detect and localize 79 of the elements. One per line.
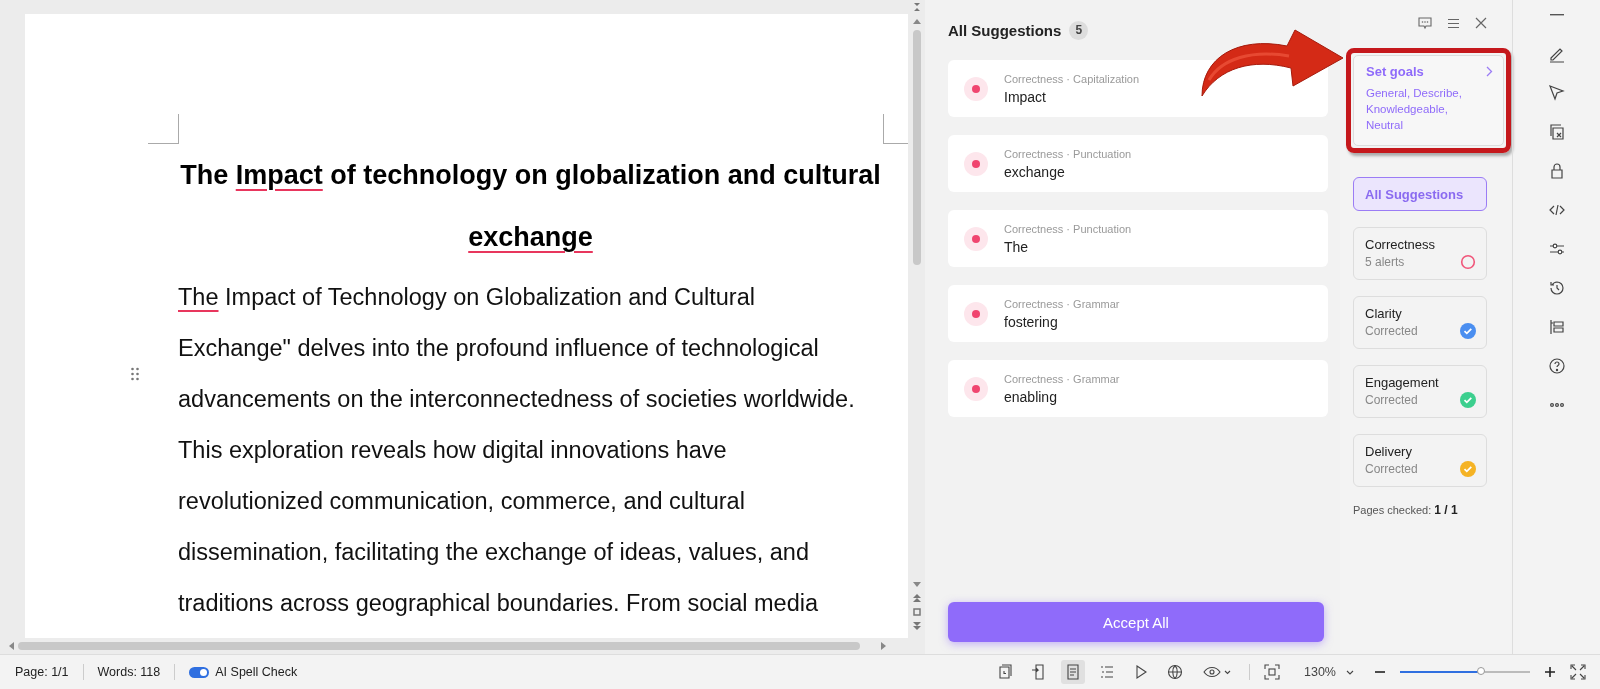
document-title: The Impact of technology on globalization and cultural bbox=[179, 159, 882, 192]
zoom-dropdown[interactable]: 130% bbox=[1294, 665, 1360, 679]
crop-mark bbox=[148, 114, 179, 144]
alert-dot-icon bbox=[964, 76, 988, 101]
menu-icon[interactable] bbox=[1447, 17, 1460, 29]
goals-title: Set goals bbox=[1366, 64, 1424, 79]
category-label: Clarity bbox=[1365, 306, 1403, 321]
category-card[interactable]: Clarity Corrected bbox=[1353, 296, 1487, 349]
category-status: Corrected bbox=[1365, 462, 1418, 476]
suggestion-word: fostering bbox=[1004, 313, 1059, 330]
scroll-down-icon[interactable] bbox=[912, 582, 921, 588]
drag-handle-icon[interactable] bbox=[131, 367, 139, 381]
suggestion-word: enabling bbox=[1004, 388, 1058, 405]
category-card[interactable]: Delivery Corrected bbox=[1353, 434, 1487, 487]
help-icon[interactable] bbox=[1547, 357, 1566, 375]
suggestion-category: Correctness · Punctuation bbox=[1004, 147, 1132, 160]
zoom-in-icon[interactable] bbox=[1544, 666, 1556, 678]
alert-dot-icon bbox=[964, 301, 988, 326]
close-icon[interactable] bbox=[1475, 17, 1487, 29]
suggestion-card[interactable]: Correctness · Capitalization Impact bbox=[948, 60, 1328, 117]
accept-all-button[interactable]: Accept All bbox=[948, 602, 1324, 642]
previous-page-icon[interactable] bbox=[912, 594, 921, 602]
suggestion-word: The bbox=[1004, 238, 1030, 255]
page-count: Page: 1/1 bbox=[15, 665, 69, 679]
goals-summary: General, Describe, Knowledgeable, Neutral bbox=[1366, 86, 1463, 133]
spell-check-toggle[interactable]: AI Spell Check bbox=[189, 665, 298, 679]
globe-icon bbox=[1167, 664, 1183, 680]
word-count: Words: 118 bbox=[97, 665, 161, 679]
set-goals-card[interactable]: Set goals General, Describe, Knowledgeable, Neutral bbox=[1353, 55, 1504, 146]
count-badge: 5 bbox=[1069, 20, 1089, 40]
list-icon bbox=[1099, 664, 1115, 680]
suggestion-card[interactable]: Correctness · Grammar enabling bbox=[948, 360, 1328, 417]
scroll-thumb[interactable] bbox=[18, 642, 860, 650]
eye-icon bbox=[1203, 665, 1231, 679]
alert-dot-icon bbox=[964, 226, 988, 251]
category-label: Engagement bbox=[1365, 375, 1440, 390]
scroll-up-icon[interactable] bbox=[912, 18, 921, 24]
chevron-right-icon bbox=[1486, 66, 1493, 77]
alert-dot-icon bbox=[964, 376, 988, 401]
suggestion-category: Correctness · Grammar bbox=[1004, 372, 1120, 385]
scroll-thumb[interactable] bbox=[912, 30, 921, 265]
cursor-icon[interactable] bbox=[1547, 84, 1566, 102]
suggestion-word: Impact bbox=[1004, 88, 1047, 105]
copy-icon[interactable] bbox=[1547, 123, 1566, 141]
phone-icon bbox=[1031, 664, 1047, 680]
suggestion-category: Correctness · Capitalization bbox=[1004, 72, 1140, 85]
comment-icon[interactable] bbox=[1418, 16, 1432, 30]
alert-dot-icon bbox=[964, 151, 988, 176]
panel-title: All Suggestions bbox=[948, 21, 1062, 39]
category-status: Corrected bbox=[1365, 324, 1418, 338]
minimize-icon[interactable] bbox=[1549, 14, 1564, 16]
caret-icon bbox=[1346, 669, 1354, 675]
page-icon bbox=[1065, 664, 1081, 680]
category-card[interactable]: Engagement Corrected bbox=[1353, 365, 1487, 418]
page-clock-icon bbox=[997, 664, 1013, 680]
view-page-button[interactable] bbox=[1061, 660, 1085, 684]
category-status: Corrected bbox=[1365, 393, 1418, 407]
layout-icon[interactable] bbox=[1547, 318, 1566, 336]
fit-page-icon[interactable] bbox=[1264, 664, 1280, 680]
browse-object-icon[interactable] bbox=[912, 608, 921, 616]
paragraph: The Impact of Technology on Globalization and Cultural Exchange" delves into the profound influence of technological advancements on the interconnectedness of societies worldwide. This exploration reveals how digital innovations have revolutionized communication, commerce, and cultural dissemination, facilitating the exchange of ideas, values, and traditions across geographical boundaries. From social media bbox=[178, 283, 856, 618]
category-card[interactable]: Correctness 5 alerts bbox=[1353, 227, 1487, 280]
suggestion-card[interactable]: Correctness · Grammar fostering bbox=[948, 285, 1328, 342]
category-label: Correctness bbox=[1365, 237, 1437, 252]
suggestion-word: exchange bbox=[1004, 163, 1066, 180]
pages-checked: Pages checked: 1 / 1 bbox=[1353, 503, 1458, 517]
suggestion-category: Correctness · Grammar bbox=[1004, 297, 1120, 310]
document-title: exchange bbox=[467, 221, 594, 254]
category-label: Delivery bbox=[1365, 444, 1413, 459]
play-icon bbox=[1133, 664, 1149, 680]
suggestion-card[interactable]: Correctness · Punctuation The bbox=[948, 210, 1328, 267]
scroll-right-icon[interactable] bbox=[881, 642, 887, 650]
fullscreen-icon[interactable] bbox=[1570, 664, 1586, 680]
history-icon[interactable] bbox=[1547, 279, 1566, 297]
scroll-left-icon[interactable] bbox=[8, 642, 14, 650]
suggestion-card[interactable]: Correctness · Punctuation exchange bbox=[948, 135, 1328, 192]
category-status: 5 alerts bbox=[1365, 255, 1405, 269]
next-page-icon[interactable] bbox=[912, 622, 921, 630]
suggestion-category: Correctness · Punctuation bbox=[1004, 222, 1132, 235]
